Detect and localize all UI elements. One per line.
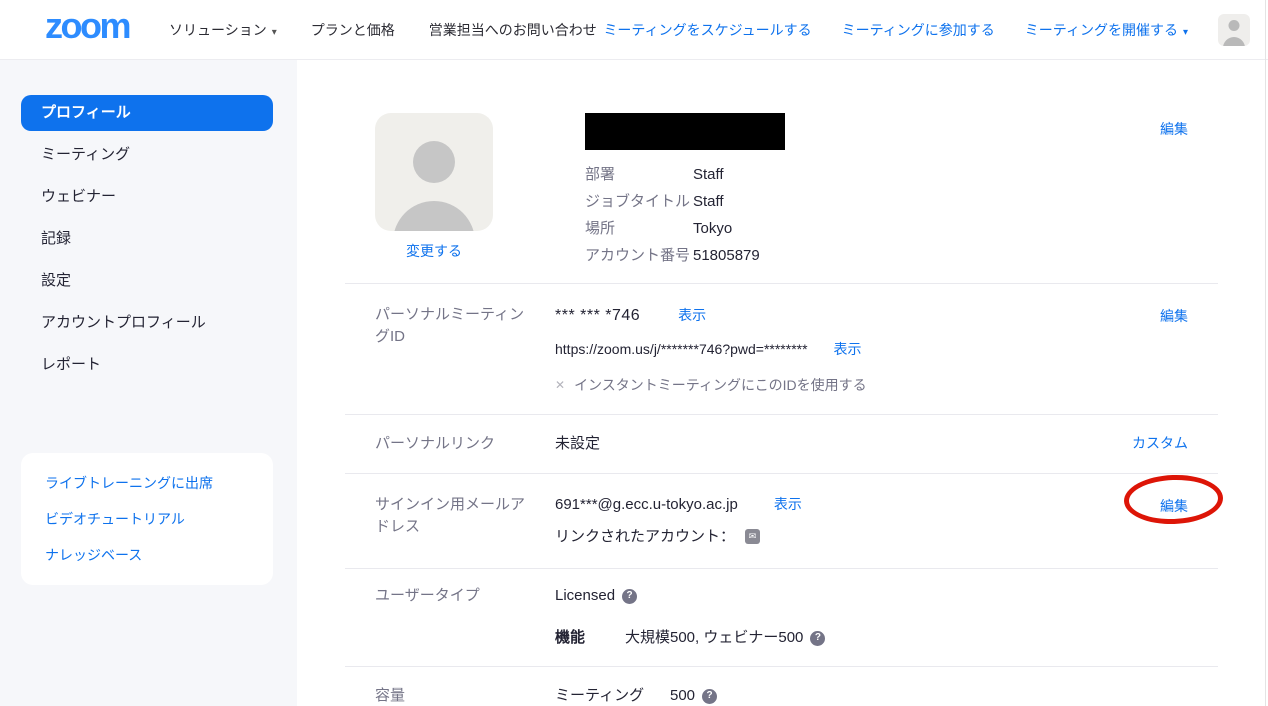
sidebar-item-profile[interactable]: プロフィール xyxy=(21,95,273,131)
feature-value: 大規模500, ウェビナー500 xyxy=(625,627,803,649)
field-value: Staff xyxy=(693,161,724,188)
sidebar-item-meetings[interactable]: ミーティング xyxy=(21,137,273,173)
sidebar-item-reports[interactable]: レポート xyxy=(21,347,273,383)
personal-link-value: 未設定 xyxy=(555,433,1218,455)
zoom-logo[interactable]: zoom xyxy=(45,10,129,48)
field-label: 場所 xyxy=(585,215,693,242)
sidebar-help-card: ライブトレーニングに出席 ビデオチュートリアル ナレッジベース xyxy=(21,453,273,585)
pmi-instant-option: インスタントミーティングにこのIDを使用する xyxy=(574,375,867,395)
profile-field-account-number: アカウント番号 51805879 xyxy=(585,242,785,269)
pmi-masked-id: *** *** *746 xyxy=(555,305,640,327)
user-type-section: ユーザータイプ Licensed ? 機能 大規模500, ウェビナー500 ? xyxy=(345,569,1218,667)
capacity-meeting-value: 500 xyxy=(670,685,695,706)
schedule-meeting-link[interactable]: ミーティングをスケジュールする xyxy=(603,20,811,40)
personal-link-section: パーソナルリンク 未設定 カスタム xyxy=(345,415,1218,474)
email-section: サインイン用メールアドレス 691***@g.ecc.u-tokyo.ac.jp… xyxy=(345,474,1218,569)
attend-live-training-link[interactable]: ライブトレーニングに出席 xyxy=(21,465,273,501)
field-value: Tokyo xyxy=(693,215,732,242)
pmi-label: パーソナルミーティングID xyxy=(375,304,555,395)
personal-link-label: パーソナルリンク xyxy=(375,433,555,455)
help-icon[interactable]: ? xyxy=(622,589,637,604)
field-label: 部署 xyxy=(585,161,693,188)
sidebar-item-account-profile[interactable]: アカウントプロフィール xyxy=(21,305,273,341)
sidebar-item-settings[interactable]: 設定 xyxy=(21,263,273,299)
help-icon[interactable]: ? xyxy=(702,689,717,704)
knowledge-base-link[interactable]: ナレッジベース xyxy=(21,537,273,573)
change-avatar-link[interactable]: 変更する xyxy=(406,241,462,261)
profile-field-job-title: ジョブタイトル Staff xyxy=(585,188,785,215)
email-edit-link[interactable]: 編集 xyxy=(1160,496,1188,516)
capacity-label: 容量 xyxy=(375,685,555,706)
profile-section: 変更する 部署 Staff ジョブタイトル Staff 場所 Tokyo アカウ… xyxy=(345,60,1218,284)
host-meeting-label: ミーティングを開催する xyxy=(1025,22,1178,38)
email-show-link[interactable]: 表示 xyxy=(774,494,802,515)
pmi-show-link[interactable]: 表示 xyxy=(678,304,706,326)
person-icon xyxy=(413,141,455,183)
nav-solutions-label: ソリューション xyxy=(169,22,267,38)
top-nav: zoom ソリューション ▾ プランと価格 営業担当へのお問い合わせ ミーティング… xyxy=(0,0,1268,60)
person-icon xyxy=(1223,37,1245,46)
mail-icon[interactable]: ✉ xyxy=(745,529,760,544)
pmi-url: https://zoom.us/j/*******746?pwd=*******… xyxy=(555,339,808,359)
sidebar-item-webinars[interactable]: ウェビナー xyxy=(21,179,273,215)
scrollbar-edge xyxy=(1265,0,1266,706)
profile-field-location: 場所 Tokyo xyxy=(585,215,785,242)
cross-icon: ✕ xyxy=(555,375,565,395)
profile-edit-link[interactable]: 編集 xyxy=(1160,119,1188,139)
chevron-down-icon: ▾ xyxy=(1183,27,1188,38)
person-icon xyxy=(1229,20,1240,31)
sidebar: プロフィール ミーティング ウェビナー 記録 設定 アカウントプロフィール レポ… xyxy=(0,60,297,706)
field-value: 51805879 xyxy=(693,242,760,269)
person-icon xyxy=(393,201,475,231)
profile-avatar xyxy=(375,113,493,231)
help-icon[interactable]: ? xyxy=(810,631,825,646)
email-label: サインイン用メールアドレス xyxy=(375,494,555,547)
feature-label: 機能 xyxy=(555,627,625,649)
pmi-url-show-link[interactable]: 表示 xyxy=(834,339,862,359)
user-type-value: Licensed xyxy=(555,585,615,607)
email-masked-value: 691***@g.ecc.u-tokyo.ac.jp xyxy=(555,494,738,515)
join-meeting-link[interactable]: ミーティングに参加する xyxy=(842,20,995,40)
field-label: アカウント番号 xyxy=(585,242,693,269)
user-avatar[interactable] xyxy=(1218,14,1250,46)
personal-link-customize-link[interactable]: カスタム xyxy=(1132,433,1188,453)
chevron-down-icon: ▾ xyxy=(272,27,277,38)
primary-nav: ソリューション ▾ プランと価格 営業担当へのお問い合わせ xyxy=(169,20,597,40)
profile-page: 変更する 部署 Staff ジョブタイトル Staff 場所 Tokyo アカウ… xyxy=(297,60,1268,706)
nav-plans-pricing[interactable]: プランと価格 xyxy=(311,20,395,40)
video-tutorials-link[interactable]: ビデオチュートリアル xyxy=(21,501,273,537)
nav-contact-sales[interactable]: 営業担当へのお問い合わせ xyxy=(429,20,597,40)
linked-accounts-label: リンクされたアカウント： xyxy=(555,526,735,547)
pmi-edit-link[interactable]: 編集 xyxy=(1160,306,1188,326)
capacity-section: 容量 ミーティング 500 ? xyxy=(345,667,1218,706)
field-value: Staff xyxy=(693,188,724,215)
profile-field-department: 部署 Staff xyxy=(585,161,785,188)
sidebar-item-recordings[interactable]: 記録 xyxy=(21,221,273,257)
capacity-meeting-label: ミーティング xyxy=(555,685,670,706)
host-meeting-link[interactable]: ミーティングを開催する ▾ xyxy=(1025,20,1188,40)
nav-solutions[interactable]: ソリューション ▾ xyxy=(169,20,277,40)
nav-actions: ミーティングをスケジュールする ミーティングに参加する ミーティングを開催する ▾ xyxy=(603,14,1250,46)
redacted-name xyxy=(585,113,785,150)
field-label: ジョブタイトル xyxy=(585,188,693,215)
pmi-section: パーソナルミーティングID *** *** *746 表示 https://zo… xyxy=(345,284,1218,415)
user-type-label: ユーザータイプ xyxy=(375,585,555,649)
